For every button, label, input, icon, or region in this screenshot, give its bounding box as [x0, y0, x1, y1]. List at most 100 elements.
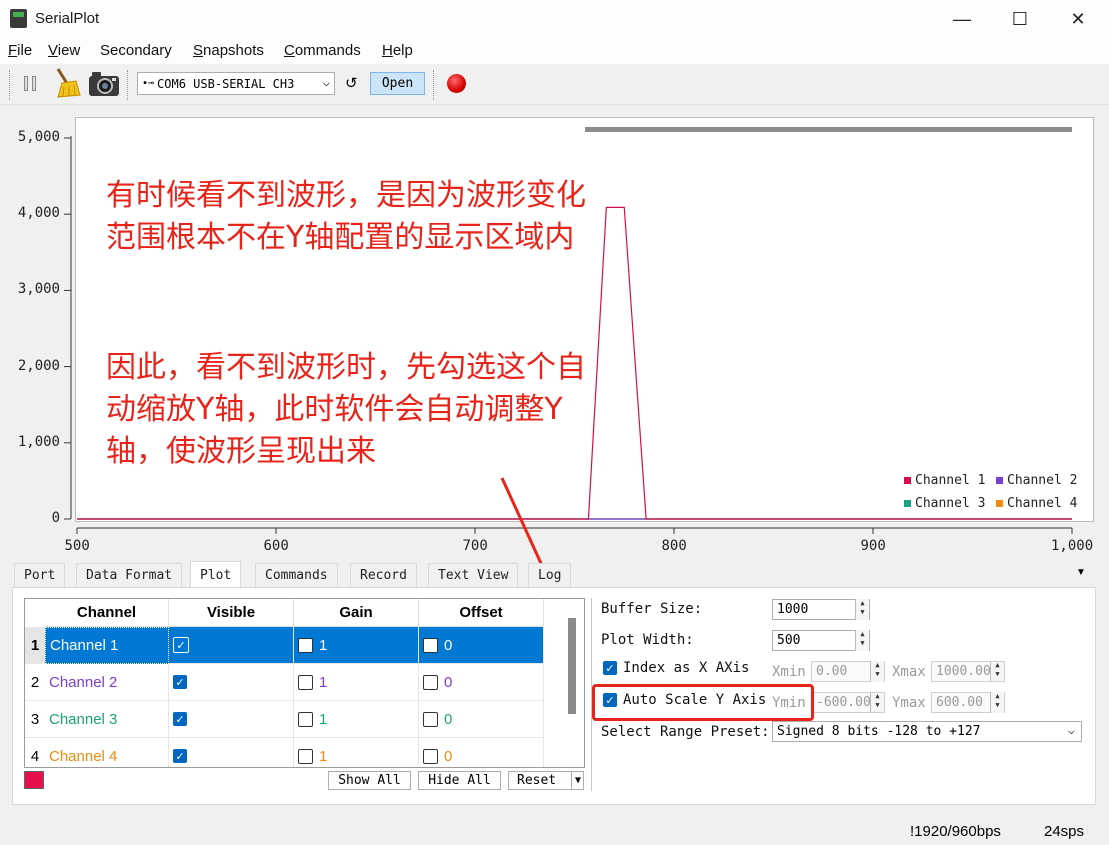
- plot-width-input[interactable]: 500 ▲ ▼: [772, 630, 870, 651]
- xmin-input[interactable]: 0.00 ▲ ▼: [811, 661, 885, 682]
- channel-name-cell[interactable]: Channel 3: [45, 701, 169, 738]
- tab-menu-arrow-icon[interactable]: ▼: [1076, 567, 1086, 578]
- tab-port[interactable]: Port: [14, 563, 66, 587]
- ymin-input[interactable]: -600.00 ▲ ▼: [811, 692, 885, 713]
- buffer-size-input[interactable]: 1000 ▲ ▼: [772, 599, 870, 620]
- spin-arrows-icon[interactable]: ▲ ▼: [855, 630, 869, 651]
- spin-arrows-icon[interactable]: ▲ ▼: [870, 661, 884, 682]
- refresh-ports-icon[interactable]: ↺: [345, 74, 358, 92]
- toolbar-separator-2: [433, 70, 436, 100]
- tab-data-format[interactable]: Data Format: [76, 563, 183, 587]
- menu-commands[interactable]: Commands: [284, 42, 361, 59]
- index-as-x-checkbox[interactable]: ✓: [603, 661, 617, 675]
- range-preset-label: Select Range Preset:: [601, 724, 770, 740]
- row-number[interactable]: 3: [25, 701, 45, 738]
- header-channel[interactable]: Channel: [45, 599, 169, 627]
- gain-checkbox[interactable]: [298, 637, 313, 653]
- clear-broom-icon[interactable]: [52, 67, 82, 99]
- menu-snapshots[interactable]: Snapshots: [193, 42, 264, 59]
- minimize-button[interactable]: —: [933, 0, 991, 38]
- index-as-x-label[interactable]: Index as X AXis: [623, 660, 749, 676]
- channel-name-cell[interactable]: Channel 1: [45, 627, 169, 664]
- spin-arrows-icon[interactable]: ▲ ▼: [990, 662, 1004, 681]
- visible-cell[interactable]: ✓: [169, 738, 294, 767]
- row-number[interactable]: 4: [25, 738, 45, 767]
- y-tick-label: 5,000: [17, 129, 60, 145]
- tab-commands[interactable]: Commands: [255, 563, 338, 587]
- menu-view[interactable]: View: [48, 42, 80, 59]
- port-select-value: COM6 USB-SERIAL CH3: [157, 76, 295, 91]
- xmax-label: Xmax: [892, 664, 926, 680]
- x-tick-label: 500: [64, 538, 90, 554]
- menu-file[interactable]: File: [8, 42, 32, 59]
- tab-record[interactable]: Record: [350, 563, 417, 587]
- menu-secondary[interactable]: Secondary: [100, 42, 172, 59]
- offset-cell[interactable]: 0: [419, 701, 544, 738]
- header-gain[interactable]: Gain: [294, 599, 419, 627]
- offset-cell[interactable]: 0: [419, 738, 544, 767]
- hide-all-button[interactable]: Hide All: [418, 771, 501, 790]
- xmin-label: Xmin: [772, 664, 806, 680]
- annotation-highlight-box: [592, 684, 814, 721]
- maximize-button[interactable]: ☐: [991, 0, 1049, 38]
- gain-cell[interactable]: 1: [294, 738, 419, 767]
- offset-cell[interactable]: 0: [419, 627, 544, 664]
- gain-cell[interactable]: 1: [294, 664, 419, 701]
- window-title: SerialPlot: [35, 10, 100, 27]
- menu-help[interactable]: Help: [382, 42, 413, 59]
- channel-name-cell[interactable]: Channel 2: [45, 664, 169, 701]
- tab-log[interactable]: Log: [528, 563, 572, 587]
- row-number[interactable]: 2: [25, 664, 45, 701]
- channel-name-cell[interactable]: Channel 4: [45, 738, 169, 767]
- spin-arrows-icon[interactable]: ▲ ▼: [990, 692, 1004, 713]
- visible-checkbox[interactable]: ✓: [173, 637, 189, 653]
- offset-checkbox[interactable]: [423, 711, 438, 727]
- buffer-size-label: Buffer Size:: [601, 601, 703, 617]
- offset-checkbox[interactable]: [423, 637, 438, 653]
- visible-checkbox[interactable]: ✓: [173, 712, 187, 726]
- gain-checkbox[interactable]: [298, 711, 313, 727]
- ymax-label: Ymax: [892, 695, 926, 711]
- usb-icon: •⊸: [142, 78, 155, 89]
- visible-cell[interactable]: ✓: [169, 701, 294, 738]
- channel-color-swatch[interactable]: [24, 771, 44, 789]
- gain-checkbox[interactable]: [298, 674, 313, 690]
- tab-plot[interactable]: Plot: [190, 561, 242, 588]
- pause-icon[interactable]: [22, 76, 38, 92]
- offset-cell[interactable]: 0: [419, 664, 544, 701]
- range-preset-select[interactable]: Signed 8 bits -128 to +127 ⌵: [772, 721, 1082, 742]
- spin-arrows-icon[interactable]: ▲ ▼: [855, 599, 869, 620]
- open-port-button[interactable]: Open: [370, 72, 425, 95]
- visible-cell[interactable]: ✓: [169, 664, 294, 701]
- x-tick-label: 800: [661, 538, 687, 554]
- gain-cell[interactable]: 1: [294, 701, 419, 738]
- xmax-input[interactable]: 1000.00 ▲ ▼: [931, 661, 1005, 682]
- annotation-text-1: 有时候看不到波形，是因为波形变化范围根本不在Y轴配置的显示区域内: [106, 178, 586, 255]
- show-all-button[interactable]: Show All: [328, 771, 411, 790]
- gain-checkbox[interactable]: [298, 748, 313, 764]
- offset-checkbox[interactable]: [423, 748, 438, 764]
- annotation-text-2: 因此，看不到波形时，先勾选这个自动缩放Y轴，此时软件会自动调整Y轴，使波形呈现出…: [106, 350, 586, 469]
- reset-button[interactable]: Reset ▼: [508, 771, 584, 790]
- ymax-input[interactable]: 600.00 ▲ ▼: [931, 692, 1005, 713]
- visible-cell[interactable]: ✓: [169, 627, 294, 664]
- snapshot-camera-icon[interactable]: [88, 70, 120, 98]
- visible-checkbox[interactable]: ✓: [173, 675, 187, 689]
- header-visible[interactable]: Visible: [169, 599, 294, 627]
- table-scrollbar[interactable]: [568, 618, 576, 714]
- record-icon[interactable]: [447, 74, 466, 93]
- tab-text-view[interactable]: Text View: [428, 563, 519, 587]
- y-tick-label: 1,000: [17, 433, 60, 450]
- row-number[interactable]: 1: [25, 627, 45, 664]
- channel-table: Channel Visible Gain Offset 1 Channel 1 …: [24, 598, 585, 768]
- offset-checkbox[interactable]: [423, 674, 438, 690]
- chevron-down-icon: ⌵: [322, 75, 330, 89]
- x-tick-label: 1,000: [1051, 538, 1094, 554]
- legend-channel-4: Channel 4: [996, 496, 1077, 511]
- close-button[interactable]: ✕: [1049, 0, 1107, 38]
- spin-arrows-icon[interactable]: ▲ ▼: [870, 693, 884, 712]
- visible-checkbox[interactable]: ✓: [173, 749, 187, 763]
- port-select[interactable]: •⊸ COM6 USB-SERIAL CH3 ⌵: [137, 72, 335, 95]
- header-offset[interactable]: Offset: [419, 599, 544, 627]
- gain-cell[interactable]: 1: [294, 627, 419, 664]
